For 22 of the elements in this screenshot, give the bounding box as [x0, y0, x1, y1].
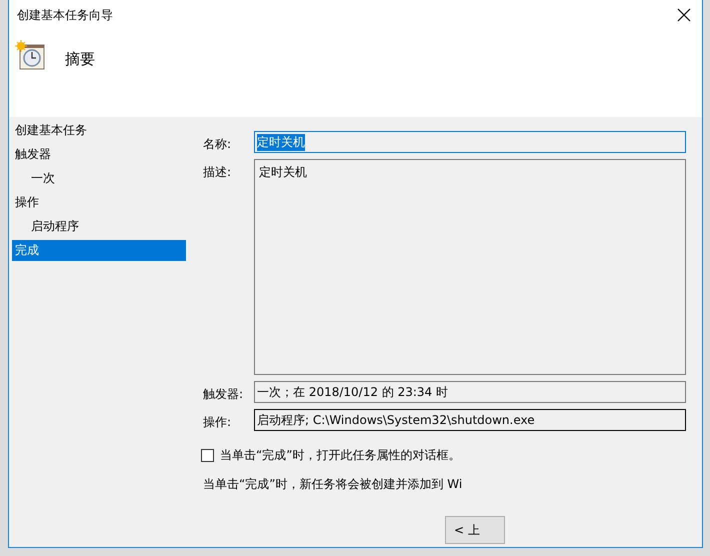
clock-icon [15, 40, 45, 70]
back-button[interactable]: < 上 [445, 516, 505, 544]
field-label: 触发器: [203, 386, 244, 403]
step-item[interactable]: 一次 [12, 168, 186, 189]
step-item[interactable]: 启动程序 [12, 216, 186, 237]
input-field[interactable]: 启动程序; C:\Windows\System32\shutdown.exe [254, 409, 686, 431]
field-label: 描述: [203, 164, 232, 181]
step-item[interactable]: 创建基本任务 [12, 120, 186, 141]
step-item[interactable]: 触发器 [12, 144, 186, 165]
info-text: 当单击“完成”时，新任务将会被创建并添加到 Wi [203, 476, 464, 493]
checkbox[interactable] [201, 449, 214, 462]
input-field[interactable]: 一次；在 2018/10/12 的 23:34 时 [254, 381, 686, 403]
checkbox-label: 当单击“完成”时，打开此任务属性的对话框。 [220, 447, 460, 464]
step-item[interactable]: 完成 [12, 240, 186, 261]
field-label: 操作: [203, 414, 232, 431]
step-item[interactable]: 操作 [12, 192, 186, 213]
input-field[interactable]: 定时关机 [254, 131, 686, 153]
page-heading: 摘要 [65, 50, 95, 69]
close-button[interactable] [676, 7, 692, 23]
input-field[interactable]: 定时关机 [254, 159, 686, 375]
field-label: 名称: [203, 136, 232, 153]
window-title: 创建基本任务向导 [17, 6, 113, 24]
